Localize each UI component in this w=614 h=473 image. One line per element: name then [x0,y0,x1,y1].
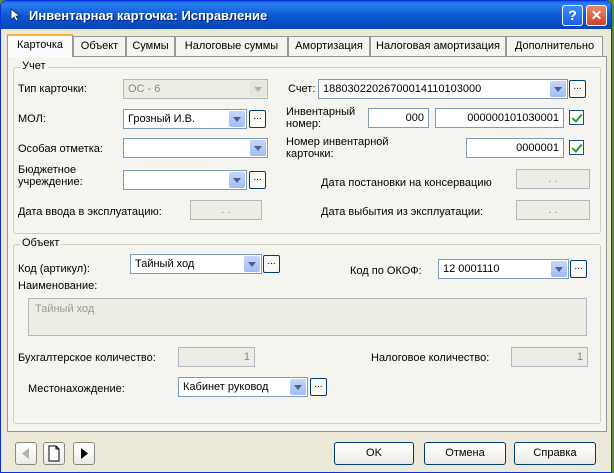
budget-select-button[interactable]: ... [249,171,266,189]
nal-field: 1 [511,347,588,367]
help-title-button[interactable]: ? [562,5,583,26]
schet-select[interactable]: 18803022026700014110103000 [318,79,568,99]
tab-dopolnitelno[interactable]: Дополнительно [506,36,603,56]
inv-prefix-field[interactable]: 000 [368,108,429,128]
ok-button[interactable]: OK [334,442,414,465]
tab-strip: Карточка Объект Суммы Налоговые суммы Ам… [5,34,609,57]
kons-label: Дата постановки на консервацию [321,177,492,189]
vvod-date-field: . . [190,200,262,220]
buh-field: 1 [178,347,255,367]
chevron-down-icon[interactable] [229,172,245,188]
nomer-field[interactable]: 0000001 [466,138,564,158]
chevron-down-icon[interactable] [290,379,306,395]
mesto-select[interactable]: Кабинет руковод [178,377,308,397]
okof-select-button[interactable]: ... [570,260,587,278]
nomer-label: Номер инвентарной карточки: [286,136,389,160]
title-bar[interactable]: Инвентарная карточка: Исправление ? ✕ [1,1,611,29]
schet-label: Счет: [288,83,316,95]
group-uchet-legend: Учет [20,60,48,72]
tab-panel: Учет Тип карточки: ОС - 6 Счет: 18803022… [7,56,607,432]
chevron-down-icon[interactable] [250,140,266,156]
dialog-window: Инвентарная карточка: Исправление ? ✕ Ка… [0,0,612,473]
mesto-label: Местонахождение: [28,383,125,395]
buh-label: Бухгалтерское количество: [18,352,156,364]
help-button[interactable]: Справка [514,442,596,465]
schet-select-button[interactable]: ... [569,80,586,98]
chevron-down-icon [250,81,266,97]
nomer-checkbox[interactable] [569,140,584,155]
new-document-button[interactable] [43,442,65,465]
kod-label: Код (артикул): [18,263,90,275]
triangle-left-icon [22,448,29,459]
vybytie-label: Дата выбытия из эксплуатации: [321,206,484,218]
tip-value: ОС - 6 [128,83,161,95]
mol-value: Грозный И.В. [128,113,196,125]
okof-value: 12 0001110 [443,263,500,275]
cancel-button[interactable]: Отмена [424,442,506,465]
okof-select[interactable]: 12 0001110 [438,259,569,279]
kod-select[interactable]: Тайный ход [130,254,262,274]
vvod-label: Дата ввода в эксплуатацию: [18,206,162,218]
close-button[interactable]: ✕ [586,5,607,26]
inv-number-checkbox[interactable] [569,110,584,125]
tip-label: Тип карточки: [18,83,87,95]
tab-amortizaciya[interactable]: Амортизация [288,36,370,56]
vybytie-date-field: . . [516,200,590,220]
tab-nalogovye-summy[interactable]: Налоговые суммы [175,36,288,56]
okof-label: Код по ОКОФ: [350,265,422,277]
kons-date-field: . . [516,169,590,189]
mol-select-button[interactable]: ... [249,110,266,128]
mesto-value: Кабинет руковод [183,381,269,393]
tab-obekt[interactable]: Объект [73,36,126,56]
mol-select[interactable]: Грозный И.В. [123,109,247,129]
name-label: Наименование: [18,280,98,292]
triangle-right-icon [81,448,88,459]
inv-number-field[interactable]: 000000101030001 [435,108,564,128]
budget-label: Бюджетное учреждение: [18,164,83,188]
kod-select-button[interactable]: ... [263,255,280,273]
chevron-down-icon[interactable] [550,81,566,97]
mesto-select-button[interactable]: ... [310,378,327,396]
kod-value: Тайный ход [135,258,195,270]
tab-nalogovaya-amortizaciya[interactable]: Налоговая амортизация [370,36,506,56]
nal-label: Налоговое количество: [371,352,490,364]
inv-label: Инвентарный номер: [286,106,356,130]
osobaya-label: Особая отметка: [18,143,103,155]
name-textarea: Тайный ход [28,298,587,336]
app-icon [10,8,22,22]
osobaya-select[interactable] [123,138,268,158]
window-title: Инвентарная карточка: Исправление [29,8,268,23]
tab-kartochka[interactable]: Карточка [7,34,73,57]
prev-record-button[interactable] [15,442,37,465]
next-record-button[interactable] [73,442,95,465]
budget-select[interactable] [123,170,247,190]
group-obekt-legend: Объект [20,237,62,249]
tab-summy[interactable]: Суммы [126,36,175,56]
chevron-down-icon[interactable] [551,261,567,277]
chevron-down-icon[interactable] [244,256,260,272]
schet-value: 18803022026700014110103000 [323,83,482,95]
tip-select: ОС - 6 [123,79,268,99]
chevron-down-icon[interactable] [229,111,245,127]
mol-label: МОЛ: [18,113,46,125]
document-icon [48,445,60,462]
